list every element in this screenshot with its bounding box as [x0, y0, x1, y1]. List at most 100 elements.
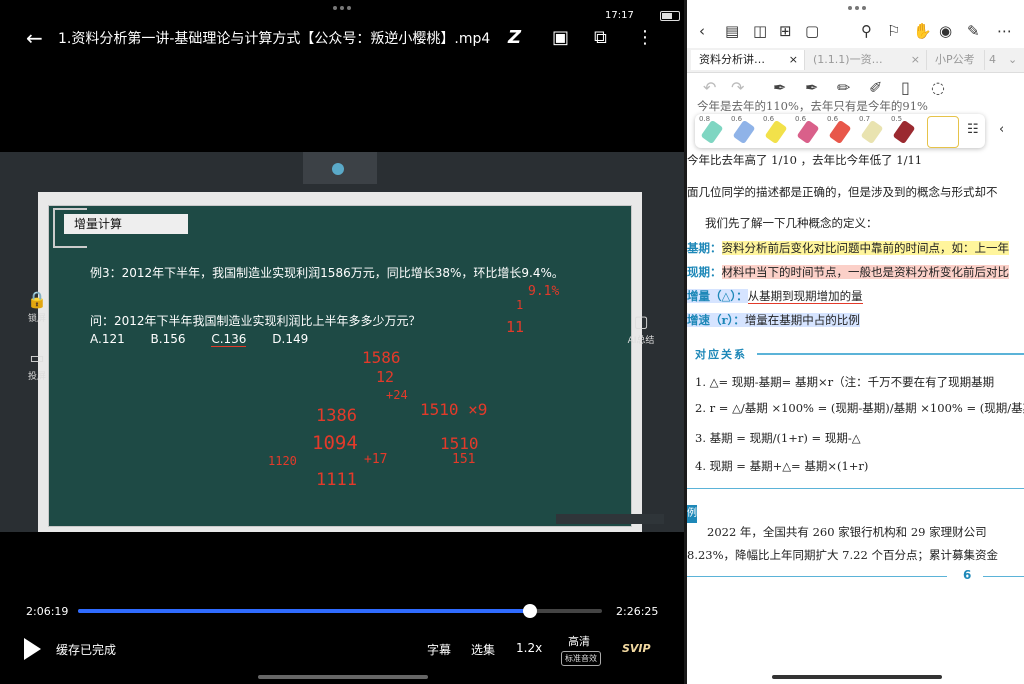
highlighter-pen-icon[interactable]: [860, 119, 884, 145]
pencil-icon[interactable]: ✏: [837, 78, 850, 97]
page-rule-right: [983, 576, 1024, 577]
pen-palette: 0.8 0.6 0.6 0.6 0.6 0.7 0.5 ☷: [695, 114, 985, 148]
ink-note: 9.1%: [528, 284, 560, 299]
pip-icon[interactable]: ▣: [552, 27, 569, 48]
highlighter-pen-icon[interactable]: [892, 119, 916, 145]
lock-screen-button[interactable]: 🔒 锁屏: [20, 290, 54, 324]
ai-summary-icon: ▢: [633, 312, 649, 331]
palette-settings-icon[interactable]: ☷: [967, 122, 979, 137]
def-rate: 增速（r）：增量在基期中占的比例: [687, 313, 860, 327]
ink-note: 1111: [316, 470, 357, 490]
pen-size-label: 0.6: [827, 115, 839, 123]
tab-doc-1[interactable]: 资料分析讲… ×: [691, 50, 805, 70]
tab-doc-2[interactable]: (1.1.1)一资… ×: [805, 50, 927, 70]
relation-2: 2. r = △/基期 ×100% = (现期-基期)/基期 ×100% = (…: [695, 401, 1024, 415]
ink-note: 1120: [268, 454, 297, 468]
lasso-icon[interactable]: ◌: [931, 78, 945, 97]
hand-icon[interactable]: ✋: [913, 22, 932, 40]
episodes-button[interactable]: 选集: [471, 641, 495, 658]
progress-bar[interactable]: [78, 604, 602, 618]
svip-badge[interactable]: SVIP: [622, 642, 651, 655]
ink-note: 11: [506, 318, 525, 336]
doc-line-intro: 我们先了解一下几种概念的定义：: [705, 216, 878, 230]
page-number: 6: [963, 568, 972, 582]
home-indicator[interactable]: [258, 675, 428, 679]
question-line-1: 例3：2012年下半年，我国制造业实现利润1586万元，同比增长38%，环比增长…: [90, 266, 564, 280]
cast-button[interactable]: ▭ 投屏: [20, 348, 54, 382]
audio-mode-button[interactable]: 标准音效: [561, 651, 601, 666]
relation-4: 4. 现期 = 基期+△= 基期×(1+r): [695, 459, 869, 473]
add-page-icon[interactable]: ⊞: [779, 22, 792, 40]
highlighter-pen-icon[interactable]: [700, 119, 724, 145]
book-icon[interactable]: ▤: [725, 22, 739, 40]
chevron-down-icon[interactable]: ⌄: [1005, 50, 1024, 70]
z-logo-icon[interactable]: Z: [508, 27, 521, 48]
edit-icon[interactable]: ✎: [967, 22, 980, 40]
relation-3: 3. 基期 = 现期/(1+r) = 现期-△: [695, 431, 861, 445]
crop-icon[interactable]: ▢: [805, 22, 819, 40]
subtitle-button[interactable]: 字幕: [427, 641, 451, 658]
back-icon[interactable]: ‹: [699, 22, 705, 40]
tab-count[interactable]: 4: [985, 50, 1005, 70]
more-icon[interactable]: ⋯: [997, 22, 1012, 40]
lock-icon: 🔒: [27, 290, 47, 309]
speed-button[interactable]: 1.2x: [516, 641, 542, 655]
notes-toolbar: ‹ ▤ ◫ ⊞ ▢ ⚲ ⚐ ✋ ◉ ✎ ⋯: [687, 16, 1024, 48]
bookmark-icon[interactable]: ◫: [753, 22, 767, 40]
highlighter-pen-icon[interactable]: [796, 119, 820, 145]
back-arrow-icon[interactable]: ←: [26, 26, 43, 50]
def-increment: 增量（△）：从基期到现期增加的量: [687, 289, 863, 304]
option-b: B.156: [150, 332, 186, 346]
selected-pen-frame: [927, 116, 959, 148]
search-icon[interactable]: ⚲: [861, 22, 872, 40]
ink-note: 1386: [316, 406, 357, 426]
option-c: C.136: [211, 332, 247, 347]
collapse-palette-icon[interactable]: ‹: [999, 122, 1004, 137]
page-rule-left: [687, 576, 947, 577]
option-d: D.149: [272, 332, 309, 346]
ai-summary-button[interactable]: ▢ AI总结: [624, 312, 658, 346]
window-handle[interactable]: [330, 6, 354, 12]
doc-line-top: 今年是去年的110%，去年只有是今年的91%: [697, 99, 928, 113]
option-a: A.121: [90, 332, 125, 346]
example-line-2: 8.23%，降幅比上年同期扩大 7.22 个百分点；累计募集资金: [687, 548, 998, 562]
pen-icon[interactable]: ✒: [773, 78, 786, 97]
shirt-icon[interactable]: ⚐: [887, 22, 900, 40]
answer-options: A.121 B.156 C.136 D.149: [90, 332, 330, 347]
progress-knob[interactable]: [522, 604, 537, 618]
highlighter-pen-icon[interactable]: [764, 119, 788, 145]
doc-line-desc: 面几位同学的描述都是正确的，但是涉及到的概念与形式却不: [687, 185, 998, 199]
eye-icon[interactable]: ◉: [939, 22, 952, 40]
ink-note: +17: [364, 452, 388, 467]
more-icon[interactable]: ⋮: [636, 27, 654, 48]
tab-doc-3[interactable]: 小P公考: [927, 50, 985, 70]
video-title: 1.资料分析第一讲-基础理论与计算方式【公众号：叛逆小樱桃】.mp4: [58, 31, 491, 47]
home-indicator[interactable]: [772, 675, 942, 679]
highlighter-pen-icon[interactable]: [828, 119, 852, 145]
video-frame[interactable]: 增量计算 例3：2012年下半年，我国制造业实现利润1586万元，同比增长38%…: [0, 152, 684, 532]
eraser-icon[interactable]: ▯: [901, 78, 910, 97]
notes-tabs: 资料分析讲… × (1.1.1)一资… × 小P公考 4 ⌄: [687, 48, 1024, 73]
popout-icon[interactable]: ⧉: [594, 27, 607, 48]
undo-icon[interactable]: ↶: [703, 78, 716, 97]
pen-size-label: 0.8: [699, 115, 711, 123]
slide-heading: 增量计算: [64, 214, 188, 234]
ink-note: 1094: [312, 432, 358, 454]
cast-icon: ▭: [29, 348, 45, 367]
close-icon[interactable]: ×: [789, 50, 798, 70]
pen-size-label: 0.7: [859, 115, 871, 123]
pen-icon[interactable]: ✒: [805, 78, 818, 97]
relation-1: 1. △= 现期-基期= 基期×r（注：千万不要在有了现期基期: [695, 375, 995, 389]
play-button[interactable]: [24, 638, 41, 660]
ink-note: 1586: [362, 348, 401, 367]
video-player: 17:17 ← 1.资料分析第一讲-基础理论与计算方式【公众号：叛逆小樱桃】.m…: [0, 0, 684, 684]
redo-icon[interactable]: ↷: [731, 78, 744, 97]
marker-icon[interactable]: ✐: [869, 78, 882, 97]
ink-note: 1: [516, 298, 524, 312]
close-icon[interactable]: ×: [911, 50, 920, 70]
window-handle[interactable]: [845, 6, 869, 12]
quality-button[interactable]: 高清: [568, 633, 590, 649]
total-time: 2:26:25: [616, 605, 659, 618]
ink-note: +24: [386, 388, 408, 402]
highlighter-pen-icon[interactable]: [732, 119, 756, 145]
